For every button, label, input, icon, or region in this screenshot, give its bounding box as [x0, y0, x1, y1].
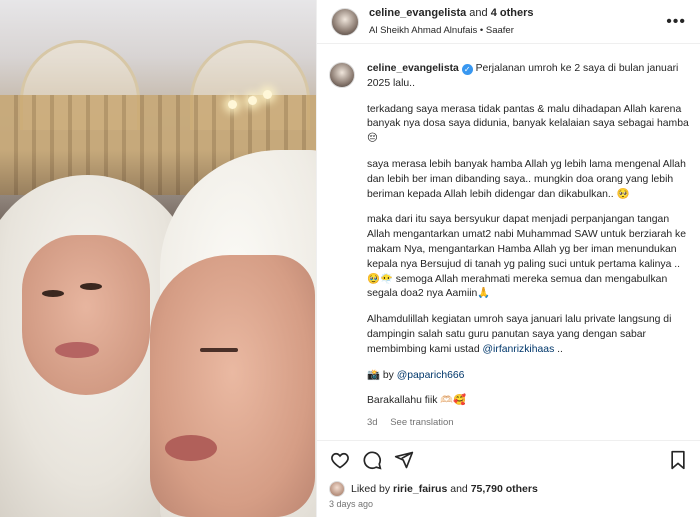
author-avatar[interactable]	[331, 7, 359, 36]
heart-icon[interactable]	[329, 449, 351, 471]
header-text: celine_evangelista and 4 others Al Sheik…	[369, 6, 660, 38]
likes-summary: Liked by ririe_fairus and 75,790 others	[329, 481, 538, 497]
caption-paragraph: maka dari itu saya bersyukur dapat menja…	[367, 214, 687, 300]
mention-link[interactable]: @paparich666	[397, 370, 465, 381]
likes-and: and	[450, 483, 468, 495]
post-photo[interactable]	[0, 0, 316, 517]
header-authors: celine_evangelista and 4 others	[369, 6, 660, 21]
mention-link[interactable]: @irfanrizkihaas	[483, 344, 555, 355]
lamp	[248, 96, 257, 105]
audio-link[interactable]: Al Sheikh Ahmad Alnufais • Saafer	[369, 23, 660, 38]
action-bar	[317, 440, 700, 478]
eye	[42, 290, 64, 297]
caption-meta: 3d See translation	[367, 416, 689, 431]
likes-count[interactable]: 75,790 others	[471, 483, 538, 495]
caption-username[interactable]: celine_evangelista	[367, 63, 459, 74]
caption-ellipsis: ..	[557, 343, 563, 355]
face-right	[150, 255, 315, 517]
post-time: 3d	[367, 417, 378, 429]
face-left	[22, 235, 150, 395]
author-username[interactable]: celine_evangelista	[369, 7, 466, 19]
caption-avatar[interactable]	[329, 62, 355, 88]
closed-eye	[200, 348, 238, 352]
post-date: 3 days ago	[329, 499, 374, 509]
comment-icon[interactable]	[361, 449, 383, 471]
eye	[80, 283, 102, 290]
others-link[interactable]: 4 others	[491, 7, 534, 19]
caption-paragraph: terkadang saya merasa tidak pantas & mal…	[367, 103, 689, 145]
share-icon[interactable]	[393, 449, 415, 471]
post-panel: celine_evangelista and 4 others Al Sheik…	[316, 0, 700, 517]
likes-prefix: Liked by	[351, 483, 391, 495]
lamp	[228, 100, 237, 109]
liker-avatar[interactable]	[329, 481, 345, 497]
caption-body: celine_evangelista ✓ Perjalanan umroh ke…	[367, 62, 689, 431]
more-icon[interactable]: •••	[666, 13, 686, 31]
caption-closing: Barakallahu fiik 🫶🏻🥰	[367, 395, 467, 407]
and-text: and	[469, 6, 488, 19]
post-header: celine_evangelista and 4 others Al Sheik…	[317, 0, 700, 44]
lamp	[263, 90, 272, 99]
credit-prefix: 📸 by	[367, 369, 394, 381]
bookmark-icon[interactable]	[667, 449, 689, 471]
verified-icon: ✓	[461, 64, 473, 75]
lips	[55, 342, 99, 358]
liker-username[interactable]: ririe_fairus	[393, 483, 447, 495]
see-translation-link[interactable]: See translation	[390, 417, 453, 428]
lips	[165, 435, 217, 461]
caption: celine_evangelista ✓ Perjalanan umroh ke…	[329, 62, 691, 431]
caption-paragraph: saya merasa lebih banyak hamba Allah yg …	[367, 158, 686, 200]
